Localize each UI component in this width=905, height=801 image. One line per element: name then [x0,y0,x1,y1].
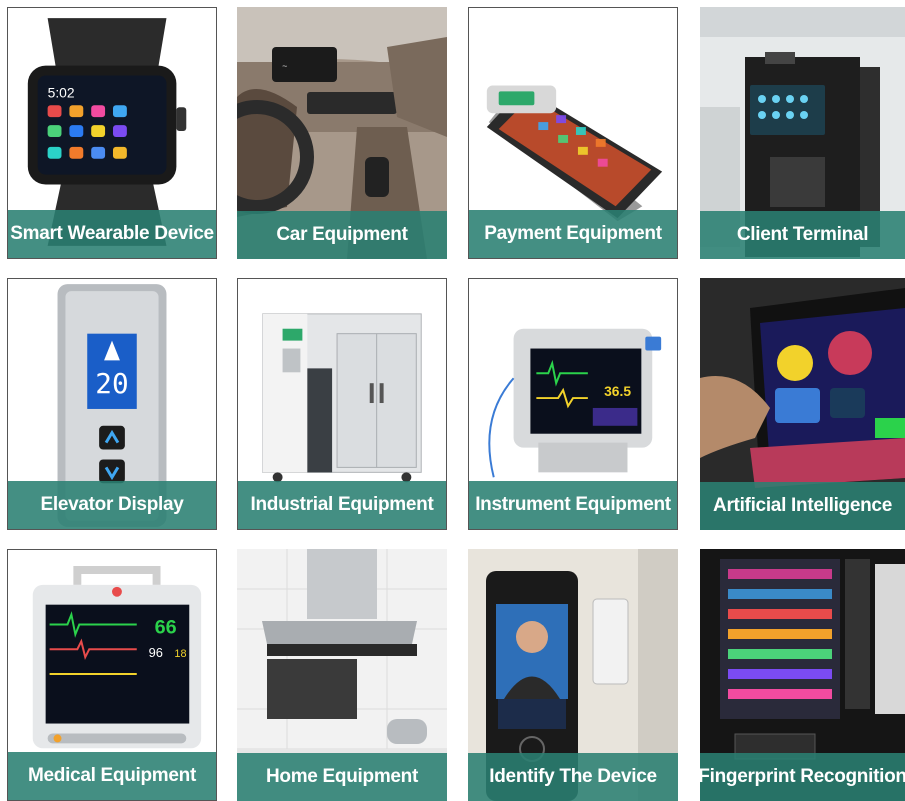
tile-industrial-equipment[interactable]: Industrial Equipment [237,278,447,530]
watch-time: 5:02 [48,84,75,100]
svg-text:~: ~ [282,61,287,71]
tile-identify-the-device[interactable]: Identify The Device [468,549,678,801]
tile-fingerprint-recognition[interactable]: Fingerprint Recognition [700,549,905,801]
tile-car-equipment[interactable]: ~ Car Equipment [237,7,447,259]
tile-elevator-display[interactable]: 20 Elevator Display [7,278,217,530]
tile-medical-equipment[interactable]: 66 96 18 Medical Equipment [7,549,217,801]
tile-label: Industrial Equipment [238,481,446,529]
tile-artificial-intelligence[interactable]: Artificial Intelligence [700,278,905,530]
tile-label: Car Equipment [237,211,447,259]
monitor-spo2: 96 [149,645,163,660]
tile-label: Identify The Device [468,753,678,801]
tile-label: Elevator Display [8,481,216,529]
tile-label: Home Equipment [237,753,447,801]
tile-payment-equipment[interactable]: Payment Equipment [468,7,678,259]
tile-home-equipment[interactable]: Home Equipment [237,549,447,801]
monitor-temp: 36.5 [604,383,631,399]
tile-client-terminal[interactable]: Client Terminal [700,7,905,259]
tile-label: Smart Wearable Device [8,210,216,258]
monitor-hr: 66 [155,616,177,638]
tile-instrument-equipment[interactable]: 36.5 Instrument Equipment [468,278,678,530]
tile-smart-wearable-device[interactable]: 5:02 Smart Wearable Device [7,7,217,259]
tile-label: Client Terminal [700,211,905,259]
application-grid: 5:02 Smart Wearable Device ~ Car Equipme… [0,0,905,801]
tile-label: Artificial Intelligence [700,482,905,530]
tile-label: Instrument Equipment [469,481,677,529]
tile-label: Fingerprint Recognition [700,753,905,801]
elevator-floor: 20 [95,367,128,400]
tile-label: Medical Equipment [8,752,216,800]
tile-label: Payment Equipment [469,210,677,258]
monitor-resp: 18 [174,648,186,660]
